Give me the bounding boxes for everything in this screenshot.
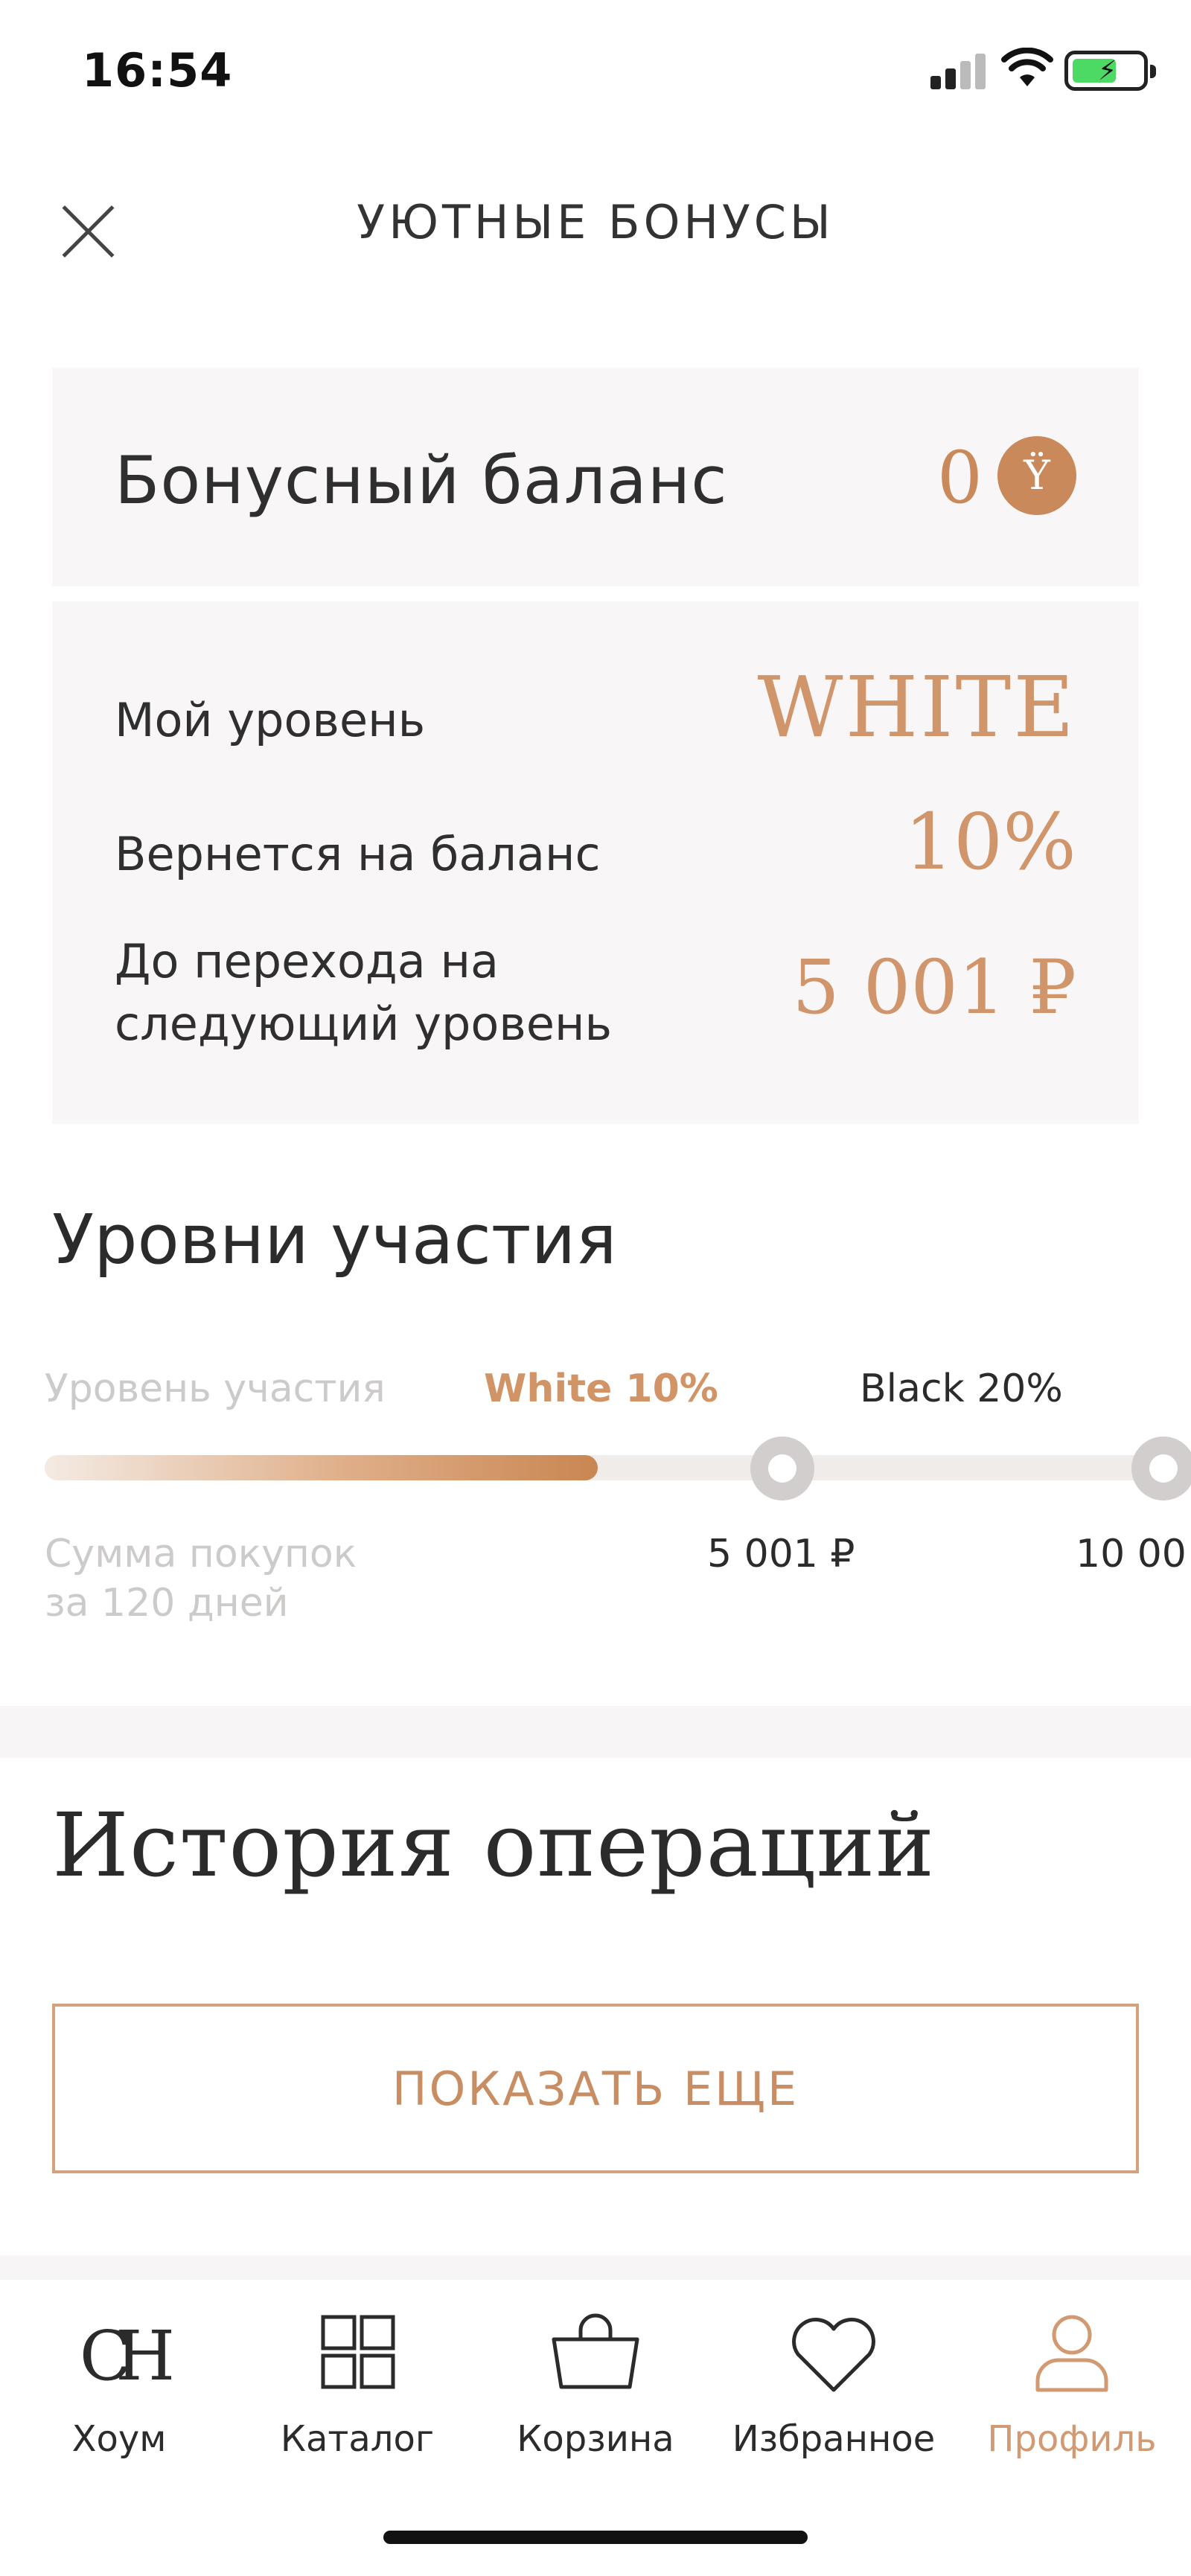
current-level-tag: White 10% bbox=[484, 1367, 718, 1411]
cellular-signal-icon bbox=[930, 52, 990, 89]
level-progress-fill bbox=[45, 1455, 598, 1480]
page-title: УЮТНЫЕ БОНУСЫ bbox=[357, 195, 834, 249]
nav-item-home[interactable]: CH Хоум bbox=[0, 2302, 238, 2460]
next-level-label-line1: До перехода на bbox=[115, 934, 499, 988]
bonus-balance-value: 0 bbox=[936, 436, 983, 520]
nav-label-profile: Профиль bbox=[987, 2418, 1157, 2460]
nav-item-catalog[interactable]: Каталог bbox=[238, 2302, 476, 2460]
nav-item-cart[interactable]: Корзина bbox=[476, 2302, 715, 2460]
nav-item-profile[interactable]: Профиль bbox=[953, 2302, 1191, 2460]
sum-caption-line2: за 120 дней bbox=[45, 1581, 289, 1626]
my-level-value: WHITE bbox=[757, 659, 1076, 756]
level-threshold-marker bbox=[1131, 1436, 1191, 1500]
history-section-title: История операций bbox=[52, 1794, 936, 1896]
next-level-amount: 5 001 ₽ bbox=[792, 944, 1076, 1031]
nav-label-cart: Корзина bbox=[517, 2418, 674, 2460]
user-icon bbox=[1035, 2315, 1108, 2392]
svg-text:CH: CH bbox=[80, 2316, 171, 2396]
bonus-balance-card: Бонусный баланс 0 Ÿ bbox=[52, 368, 1139, 587]
show-more-button[interactable]: ПОКАЗАТЬ ЕЩЕ bbox=[52, 2004, 1139, 2173]
level-info-card: Мой уровень WHITE Вернется на баланс 10%… bbox=[52, 601, 1139, 1124]
my-level-label: Мой уровень bbox=[115, 693, 426, 747]
levels-section-title: Уровни участия bbox=[52, 1200, 617, 1279]
level-threshold-marker bbox=[750, 1436, 814, 1500]
nav-label-favorites: Избранное bbox=[732, 2418, 936, 2460]
sum-caption-line1: Сумма покупок bbox=[45, 1532, 357, 1576]
wifi-icon bbox=[1001, 48, 1053, 86]
battery-charging-icon: ⚡ bbox=[1064, 51, 1156, 91]
threshold-value: 10 00 bbox=[1076, 1532, 1187, 1576]
bonus-balance-label: Бонусный баланс bbox=[115, 442, 728, 519]
section-divider bbox=[0, 1706, 1191, 1758]
nav-label-catalog: Каталог bbox=[280, 2418, 435, 2460]
cashback-label: Вернется на баланс bbox=[115, 827, 601, 881]
nav-item-favorites[interactable]: Избранное bbox=[715, 2302, 953, 2460]
home-indicator bbox=[383, 2531, 808, 2544]
heart-icon bbox=[792, 2318, 875, 2392]
nav-label-home: Хоум bbox=[71, 2418, 167, 2460]
level-caption: Уровень участия bbox=[45, 1367, 386, 1411]
grid-icon bbox=[321, 2315, 395, 2389]
status-time: 16:54 bbox=[82, 43, 233, 98]
bag-icon bbox=[552, 2313, 639, 2389]
next-level-tag: Black 20% bbox=[860, 1367, 1063, 1411]
home-logo-icon: CH bbox=[80, 2316, 188, 2396]
bonus-coin-icon: Ÿ bbox=[997, 436, 1076, 515]
cashback-value: 10% bbox=[904, 796, 1076, 887]
threshold-value: 5 001 ₽ bbox=[707, 1532, 855, 1576]
next-level-label-line2: следующий уровень bbox=[115, 997, 613, 1051]
